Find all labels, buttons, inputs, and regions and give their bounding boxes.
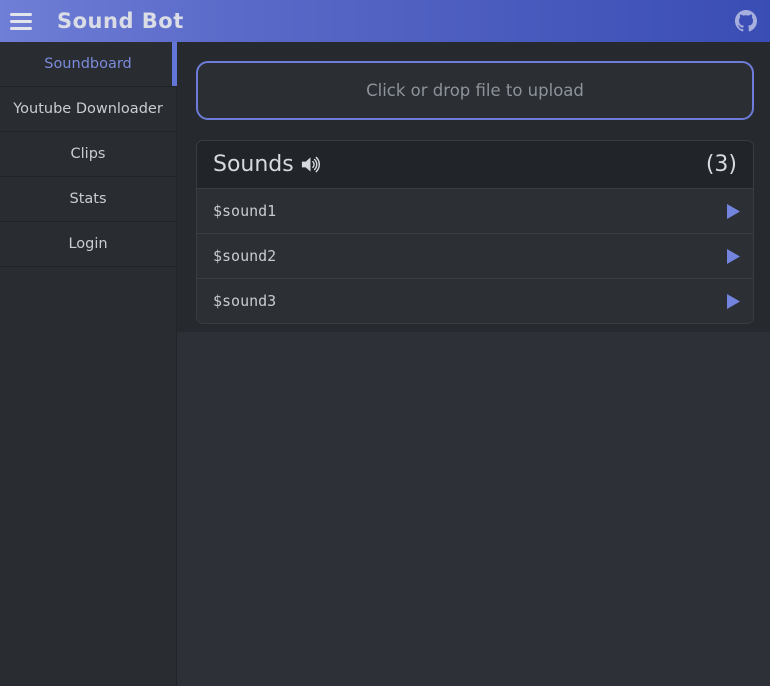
sidebar-item-login[interactable]: Login bbox=[0, 222, 176, 267]
app-body: Soundboard Youtube Downloader Clips Stat… bbox=[0, 42, 770, 686]
sidebar-item-label: Login bbox=[68, 236, 107, 252]
sidebar-item-clips[interactable]: Clips bbox=[0, 132, 176, 177]
sound-row[interactable]: $sound2 bbox=[197, 233, 753, 278]
hamburger-icon[interactable] bbox=[10, 13, 32, 30]
sound-name: $sound1 bbox=[213, 202, 276, 220]
sidebar-item-label: Soundboard bbox=[44, 56, 132, 72]
sound-row[interactable]: $sound3 bbox=[197, 278, 753, 323]
sound-row[interactable]: $sound1 bbox=[197, 188, 753, 233]
sidebar-item-stats[interactable]: Stats bbox=[0, 177, 176, 222]
sounds-panel: Sounds (3) $sound1 bbox=[196, 140, 754, 324]
sidebar-item-youtube-downloader[interactable]: Youtube Downloader bbox=[0, 87, 176, 132]
sound-name: $sound2 bbox=[213, 247, 276, 265]
sidebar-item-soundboard[interactable]: Soundboard bbox=[0, 42, 176, 87]
file-upload-dropzone[interactable]: Click or drop file to upload bbox=[196, 61, 754, 120]
soundboard-view: Click or drop file to upload Sounds bbox=[177, 42, 770, 332]
speaker-icon bbox=[300, 154, 321, 175]
sounds-title: Sounds bbox=[213, 152, 321, 177]
sidebar: Soundboard Youtube Downloader Clips Stat… bbox=[0, 42, 177, 686]
app-title: Sound Bot bbox=[57, 9, 184, 33]
play-icon[interactable] bbox=[727, 204, 740, 219]
active-indicator bbox=[172, 42, 177, 86]
play-icon[interactable] bbox=[727, 294, 740, 309]
sounds-count: (3) bbox=[706, 152, 737, 177]
sidebar-item-label: Stats bbox=[69, 191, 106, 207]
top-bar: Sound Bot bbox=[0, 0, 770, 42]
play-icon[interactable] bbox=[727, 249, 740, 264]
sidebar-item-label: Youtube Downloader bbox=[13, 101, 163, 117]
github-icon[interactable] bbox=[735, 10, 757, 32]
main-content: Click or drop file to upload Sounds bbox=[177, 42, 770, 686]
dropzone-label: Click or drop file to upload bbox=[366, 81, 584, 100]
sound-name: $sound3 bbox=[213, 292, 276, 310]
sounds-panel-header: Sounds (3) bbox=[197, 141, 753, 188]
sidebar-item-label: Clips bbox=[71, 146, 106, 162]
